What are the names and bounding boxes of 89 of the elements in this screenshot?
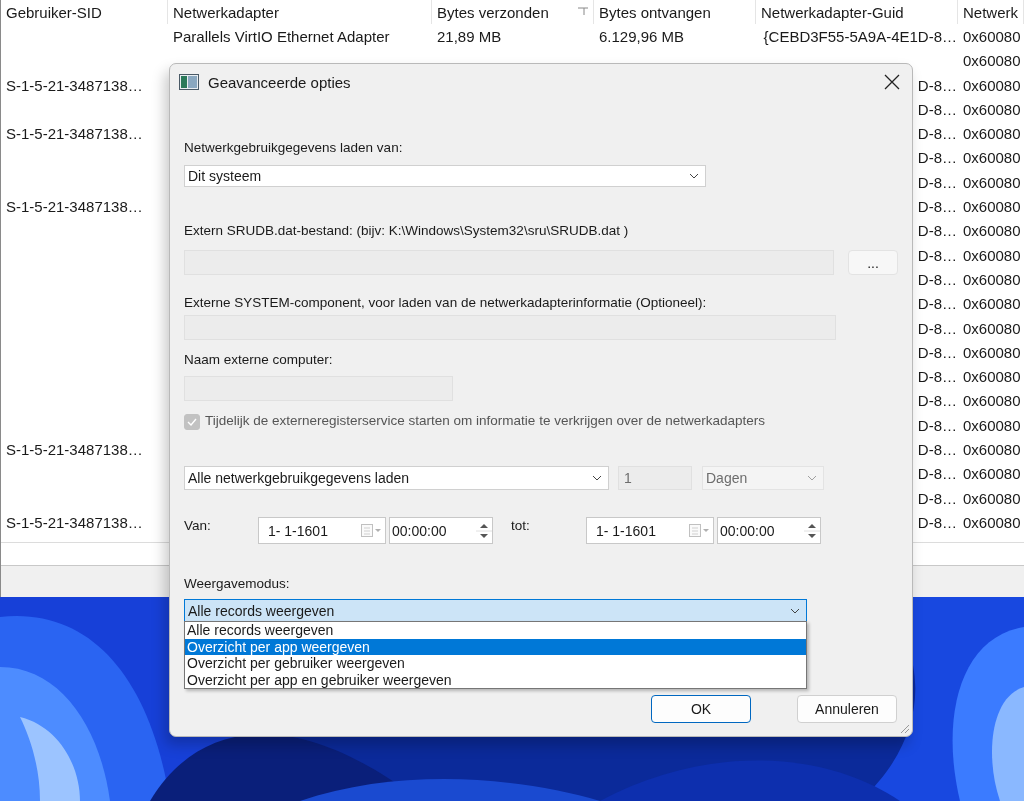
- table-cell: 0x60080: [963, 125, 1021, 143]
- table-cell: D-8…: [917, 198, 957, 215]
- window-icon: [179, 73, 199, 91]
- time-field[interactable]: 00:00:00: [389, 517, 493, 544]
- dropdown-option[interactable]: Overzicht per gebruiker weergeven: [185, 655, 806, 672]
- date-field[interactable]: 1- 1-1601: [258, 517, 386, 544]
- table-cell: 0x60080: [963, 416, 1021, 434]
- dialog-button[interactable]: OK: [651, 695, 751, 723]
- chevron-icon: [807, 475, 817, 481]
- table-cell: Parallels VirtIO Ethernet Adapter: [173, 27, 390, 45]
- dropdown-option[interactable]: Overzicht per app en gebruiker weergeven: [185, 671, 806, 688]
- table-cell: 0x60080: [963, 52, 1021, 70]
- table-cell: 0x60080: [963, 319, 1021, 337]
- field-label: tot:: [511, 517, 531, 534]
- sort-icon: [577, 6, 589, 16]
- field-label: Externe SYSTEM-component, voor laden van de netwerkadapterinformatie (Optioneel):: [184, 294, 707, 311]
- dropdown[interactable]: Dit systeem: [184, 165, 706, 187]
- resize-grip-icon: [900, 724, 910, 734]
- dialog-title: Geavanceerde opties: [208, 73, 352, 91]
- table-cell: D-8…: [917, 465, 957, 483]
- table-cell: D-8…: [917, 125, 957, 143]
- table-cell: 6.129,96 MB: [599, 27, 685, 45]
- table-cell: 0x60080: [963, 392, 1021, 410]
- dropdown[interactable]: Alle netwerkgebruikgegevens laden: [184, 466, 609, 490]
- field-label: Naam externe computer:: [184, 351, 333, 368]
- table-cell: 0x60080: [963, 368, 1021, 386]
- table-cell: 0x60080: [963, 27, 1021, 45]
- time-field[interactable]: 00:00:00: [717, 517, 821, 544]
- field-label: Weergavemodus:: [184, 575, 290, 592]
- table-cell: S-1-5-21-3487138…: [6, 441, 143, 458]
- table-cell: 0x60080: [963, 222, 1021, 240]
- table-cell: D-8…: [917, 441, 957, 458]
- close-icon[interactable]: [884, 74, 900, 90]
- table-cell: D-8…: [917, 392, 957, 410]
- dropdown-option[interactable]: Alle records weergeven: [185, 622, 806, 639]
- table-cell: D-8…: [917, 343, 957, 361]
- table-cell: 0x60080: [963, 76, 1021, 94]
- table-cell: 0x60080: [963, 465, 1021, 483]
- dialog-button[interactable]: Annuleren: [797, 695, 897, 723]
- table-cell: D-8…: [917, 319, 957, 337]
- table-cell: 0x60080: [963, 441, 1021, 458]
- column-header[interactable]: Netwerk: [958, 0, 1024, 25]
- column-header[interactable]: Gebruiker-SID: [1, 0, 168, 25]
- table-cell: D-8…: [917, 295, 957, 313]
- table-cell: D-8…: [917, 173, 957, 191]
- table-cell: 0x60080: [963, 173, 1021, 191]
- table-cell: D-8…: [917, 416, 957, 434]
- dropdown[interactable]: Alle records weergeven: [184, 599, 807, 622]
- date-field[interactable]: 1- 1-1601: [586, 517, 714, 544]
- table-cell: D-8…: [917, 489, 957, 507]
- table-cell: S-1-5-21-3487138…: [6, 198, 143, 215]
- check-icon: [187, 418, 197, 426]
- table-cell: 0x60080: [963, 295, 1021, 313]
- field-label: Extern SRUDB.dat-bestand: (bijv: K:\Windows\System32\sru\SRUDB.dat ): [184, 222, 629, 239]
- table-cell: 0x60080: [963, 343, 1021, 361]
- table-cell: D-8…: [917, 270, 957, 288]
- field-label: Netwerkgebruikgegevens laden van:: [184, 139, 403, 156]
- table-cell: 0x60080: [963, 198, 1021, 215]
- chevron-icon: [689, 173, 699, 179]
- table-cell: 0x60080: [963, 270, 1021, 288]
- table-cell: 0x60080: [963, 149, 1021, 167]
- chevron-icon: [790, 607, 800, 614]
- calendar-icon: [689, 524, 709, 537]
- dropdown-option[interactable]: Overzicht per app weergeven: [185, 638, 806, 655]
- column-header[interactable]: Netwerkadapter: [168, 0, 432, 25]
- table-cell: 0x60080: [963, 513, 1021, 531]
- table-cell: D-8…: [917, 246, 957, 264]
- table-cell: S-1-5-21-3487138…: [6, 513, 143, 531]
- table-cell: D-8…: [917, 368, 957, 386]
- table-cell: 0x60080: [963, 100, 1021, 118]
- checkbox-label: Tijdelijk de externeregisterservice starten om informatie te verkrijgen over de netwerkadapters: [205, 412, 765, 429]
- table-cell: {CEBD3F55-5A9A-4E1D-8…: [763, 27, 957, 45]
- column-header[interactable]: Bytes ontvangen: [594, 0, 756, 25]
- table-cell: D-8…: [917, 100, 957, 118]
- field-label: Van:: [184, 517, 212, 534]
- browse-button[interactable]: ...: [848, 250, 898, 275]
- table-cell: 21,89 MB: [437, 27, 502, 45]
- chevron-icon: [592, 475, 602, 481]
- table-cell: D-8…: [917, 76, 957, 94]
- table-cell: D-8…: [917, 149, 957, 167]
- table-cell: 0x60080: [963, 246, 1021, 264]
- column-header[interactable]: Netwerkadapter-Guid: [756, 0, 958, 25]
- column-header[interactable]: Bytes verzonden: [432, 0, 594, 25]
- table-cell: S-1-5-21-3487138…: [6, 125, 143, 143]
- table-cell: D-8…: [917, 222, 957, 240]
- table-cell: 0x60080: [963, 489, 1021, 507]
- table-cell: D-8…: [917, 513, 957, 531]
- calendar-icon: [361, 524, 381, 537]
- table-cell: S-1-5-21-3487138…: [6, 76, 143, 94]
